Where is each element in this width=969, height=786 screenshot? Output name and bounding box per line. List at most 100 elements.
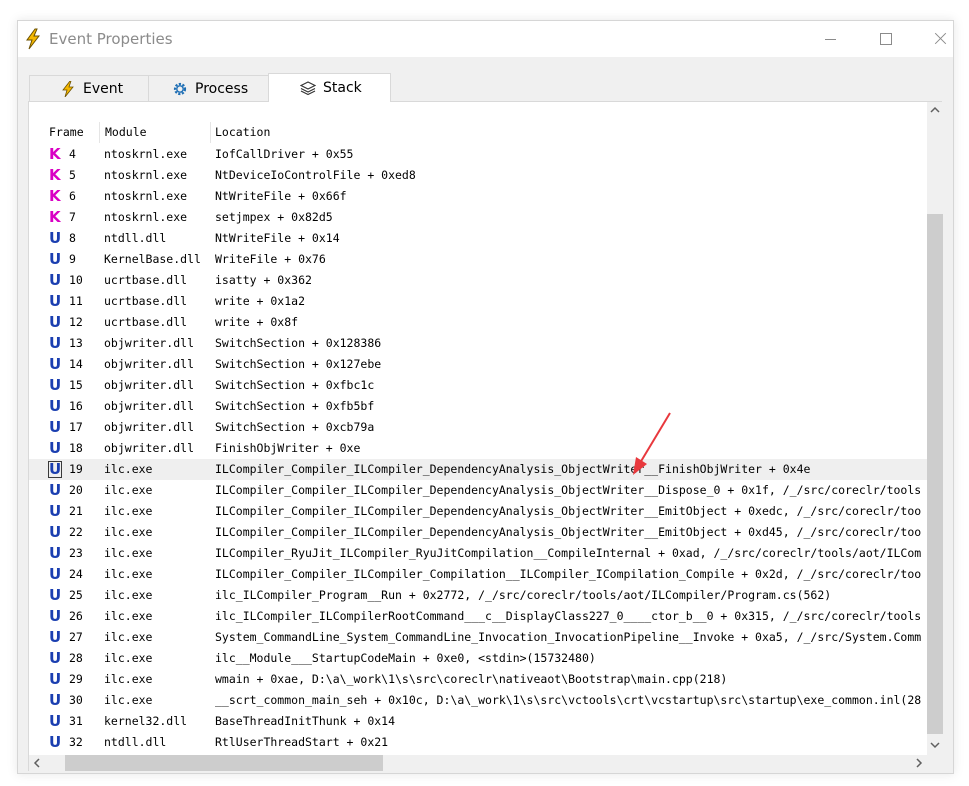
lightning-icon: [26, 28, 41, 50]
frame-cell: 24: [69, 567, 83, 581]
column-header-location[interactable]: Location: [215, 125, 270, 139]
table-row[interactable]: U 16 objwriter.dll SwitchSection + 0xfb5bf: [29, 396, 927, 417]
frame-cell: 32: [69, 735, 83, 749]
location-cell: SwitchSection + 0xfb5bf: [215, 399, 375, 413]
table-row[interactable]: U 15 objwriter.dll SwitchSection + 0xfbc1c: [29, 375, 927, 396]
user-mode-icon: U: [49, 586, 62, 604]
table-row[interactable]: U 23 ilc.exe ILCompiler_RyuJit_ILCompiler_R…: [29, 543, 927, 564]
frame-cell: 27: [69, 630, 83, 644]
vertical-scrollbar[interactable]: [927, 102, 943, 755]
table-row[interactable]: K 4 ntoskrnl.exe IofCallDriver + 0x55: [29, 144, 927, 165]
scroll-left-icon[interactable]: [29, 755, 45, 771]
frame-cell: 18: [69, 441, 83, 455]
location-cell: SwitchSection + 0x127ebe: [215, 357, 382, 371]
background-window-strip: [0, 0, 969, 18]
close-button[interactable]: [919, 21, 953, 57]
column-header-frame[interactable]: Frame: [49, 125, 84, 139]
scroll-up-icon[interactable]: [927, 102, 943, 118]
frame-cell: 7: [69, 210, 76, 224]
tab-process-label: Process: [195, 80, 249, 97]
tab-process[interactable]: Process: [148, 75, 269, 101]
table-row[interactable]: U 20 ilc.exe ILCompiler_Compiler_ILCompiler…: [29, 480, 927, 501]
location-cell: BaseThreadInitThunk + 0x14: [215, 714, 396, 728]
location-cell: isatty + 0x362: [215, 273, 312, 287]
column-header-module[interactable]: Module: [105, 125, 147, 139]
user-mode-icon: U: [49, 250, 62, 268]
table-row[interactable]: K 7 ntoskrnl.exe setjmpex + 0x82d5: [29, 207, 927, 228]
frame-cell: 6: [69, 189, 76, 203]
table-row[interactable]: U 24 ilc.exe ILCompiler_Compiler_ILCompiler…: [29, 564, 927, 585]
module-cell: ntoskrnl.exe: [104, 189, 188, 203]
module-cell: ilc.exe: [104, 504, 153, 518]
tab-event[interactable]: Event: [29, 75, 149, 101]
table-row[interactable]: U 28 ilc.exe ilc__Module___StartupCodeMain …: [29, 648, 927, 669]
table-row[interactable]: U 8 ntdll.dll NtWriteFile + 0x14: [29, 228, 927, 249]
location-cell: SwitchSection + 0xfbc1c: [215, 378, 375, 392]
table-row[interactable]: U 11 ucrtbase.dll write + 0x1a2: [29, 291, 927, 312]
table-row[interactable]: U 31 kernel32.dll BaseThreadInitThunk + 0x1…: [29, 711, 927, 732]
module-cell: objwriter.dll: [104, 357, 195, 371]
horizontal-scrollbar[interactable]: [29, 755, 927, 771]
user-mode-icon: U: [49, 523, 62, 541]
location-cell: write + 0x8f: [215, 315, 299, 329]
table-row[interactable]: U 27 ilc.exe System_CommandLine_System_Comm…: [29, 627, 927, 648]
table-row[interactable]: U 32 ntdll.dll RtlUserThreadStart + 0x21: [29, 732, 927, 753]
table-row[interactable]: U 10 ucrtbase.dll isatty + 0x362: [29, 270, 927, 291]
location-cell: WriteFile + 0x76: [215, 252, 326, 266]
kernel-mode-icon: K: [49, 208, 61, 226]
user-mode-icon: U: [49, 691, 62, 709]
module-cell: ucrtbase.dll: [104, 294, 188, 308]
frame-cell: 19: [69, 462, 83, 476]
scroll-right-icon[interactable]: [911, 755, 927, 771]
frame-cell: 17: [69, 420, 83, 434]
annotation-arrow-icon: [633, 412, 671, 475]
table-row[interactable]: U 30 ilc.exe __scrt_common_main_seh + 0x10c…: [29, 690, 927, 711]
table-row[interactable]: U 21 ilc.exe ILCompiler_Compiler_ILCompiler…: [29, 501, 927, 522]
column-divider[interactable]: [210, 122, 211, 143]
frame-cell: 23: [69, 546, 83, 560]
kernel-mode-icon: K: [49, 145, 61, 163]
module-cell: ntoskrnl.exe: [104, 210, 188, 224]
table-row[interactable]: U 18 objwriter.dll FinishObjWriter + 0xe: [29, 438, 927, 459]
user-mode-icon: U: [49, 355, 62, 373]
table-row[interactable]: U 26 ilc.exe ilc_ILCompiler_ILCompilerRootC…: [29, 606, 927, 627]
frame-cell: 29: [69, 672, 83, 686]
table-row[interactable]: U 14 objwriter.dll SwitchSection + 0x127ebe: [29, 354, 927, 375]
table-row[interactable]: K 5 ntoskrnl.exe NtDeviceIoControlFile + 0x…: [29, 165, 927, 186]
user-mode-icon: U: [49, 334, 62, 352]
frame-cell: 14: [69, 357, 83, 371]
table-row[interactable]: K 6 ntoskrnl.exe NtWriteFile + 0x66f: [29, 186, 927, 207]
module-cell: ilc.exe: [104, 630, 153, 644]
user-mode-icon: U: [49, 376, 62, 394]
location-cell: ILCompiler_Compiler_ILCompiler_Dependenc…: [215, 525, 922, 539]
module-cell: ilc.exe: [104, 483, 153, 497]
maximize-button[interactable]: [863, 21, 909, 57]
table-row[interactable]: U 29 ilc.exe wmain + 0xae, D:\a\_work\1\s\s…: [29, 669, 927, 690]
location-cell: System_CommandLine_System_CommandLine_In…: [215, 630, 922, 644]
table-row[interactable]: U 22 ilc.exe ILCompiler_Compiler_ILCompiler…: [29, 522, 927, 543]
table-row[interactable]: U 25 ilc.exe ilc_ILCompiler_Program__Run + …: [29, 585, 927, 606]
table-row[interactable]: U 19 ilc.exe ILCompiler_Compiler_ILCompiler…: [29, 459, 927, 480]
vertical-scroll-thumb[interactable]: [927, 214, 943, 734]
horizontal-scroll-thumb[interactable]: [65, 755, 383, 771]
frame-cell: 10: [69, 273, 83, 287]
frame-cell: 16: [69, 399, 83, 413]
user-mode-icon: U: [49, 397, 62, 415]
table-row[interactable]: U 12 ucrtbase.dll write + 0x8f: [29, 312, 927, 333]
minimize-button[interactable]: [807, 21, 853, 57]
module-cell: ilc.exe: [104, 588, 153, 602]
frame-cell: 20: [69, 483, 83, 497]
user-mode-icon: U: [49, 502, 62, 520]
tab-stack[interactable]: Stack: [268, 73, 391, 102]
table-row[interactable]: U 13 objwriter.dll SwitchSection + 0x128386: [29, 333, 927, 354]
frame-cell: 5: [69, 168, 76, 182]
table-row[interactable]: U 17 objwriter.dll SwitchSection + 0xcb79a: [29, 417, 927, 438]
table-row[interactable]: U 9 KernelBase.dll WriteFile + 0x76: [29, 249, 927, 270]
location-cell: __scrt_common_main_seh + 0x10c, D:\a\_wo…: [215, 693, 922, 707]
scroll-down-icon[interactable]: [927, 737, 943, 753]
user-mode-icon: U: [49, 649, 62, 667]
lightning-icon: [62, 80, 74, 97]
column-divider[interactable]: [99, 122, 100, 143]
location-cell: NtWriteFile + 0x14: [215, 231, 340, 245]
frame-cell: 30: [69, 693, 83, 707]
